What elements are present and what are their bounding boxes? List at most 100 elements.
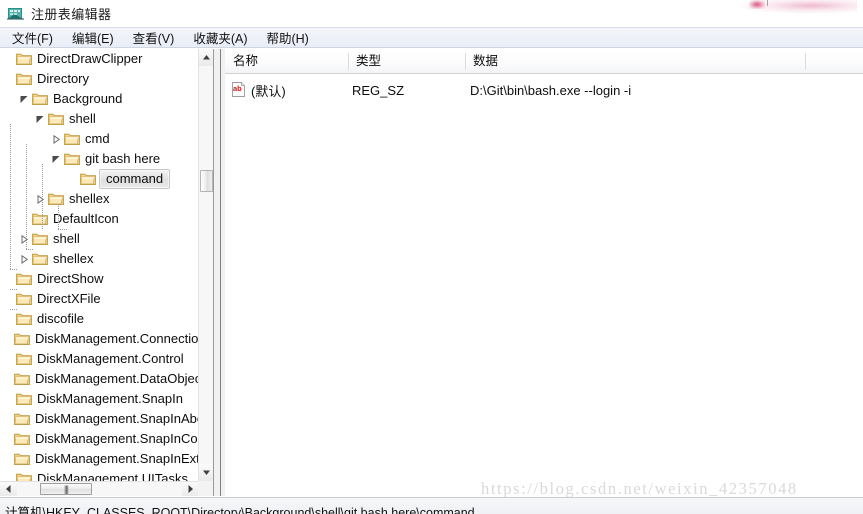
tree-item[interactable]: DirectShow [0,269,199,289]
tree-item[interactable]: Background [0,89,199,109]
tree-expand-arrow-closed-icon[interactable] [18,229,31,249]
tree-expand-spacer [0,369,13,389]
tree-item[interactable]: DiskManagement.SnapInExtension [0,449,199,469]
tree-item[interactable]: Directory [0,69,199,89]
column-divider[interactable] [348,53,349,70]
tree-item[interactable]: DefaultIcon [0,209,199,229]
tree-item[interactable]: shellex [0,249,199,269]
tree-item[interactable]: DiskManagement.SnapIn [0,389,199,409]
tree-item-label: DefaultIcon [53,211,119,226]
menu-bar: 文件(F) 编辑(E) 查看(V) 收藏夹(A) 帮助(H) [0,27,863,48]
menu-favorites[interactable]: 收藏夹(A) [189,27,256,49]
folder-icon [31,209,49,229]
menu-help[interactable]: 帮助(H) [262,27,317,49]
tree-expand-arrow-open-icon[interactable] [18,89,31,109]
scroll-left-button[interactable] [0,482,17,496]
tree-expand-arrow-closed-icon[interactable] [50,129,63,149]
tree-horizontal-scrollbar[interactable]: ||| [0,481,213,496]
tree-guide-line [26,144,27,249]
tree-item[interactable]: DiskManagement.DataObject [0,369,199,389]
tree-item[interactable]: cmd [0,129,199,149]
tree-item[interactable]: DiskManagement.SnapInAbout [0,409,199,429]
tree-expand-arrow-closed-icon[interactable] [34,189,47,209]
scroll-up-button[interactable] [199,49,213,66]
splitter-line [220,49,221,496]
registry-tree[interactable]: DirectDrawClipper Directory Background shel… [0,49,199,481]
tree-item-label: shell [69,111,96,126]
folder-icon [63,149,81,169]
folder-icon [13,329,31,349]
tree-item[interactable]: shellex [0,189,199,209]
tree-item-label: DiskManagement.SnapInComponent [35,431,199,446]
tree-guide-line [58,204,59,229]
menu-view[interactable]: 查看(V) [129,27,184,49]
scroll-right-button[interactable] [182,482,199,496]
tree-expand-spacer [66,169,79,189]
tree-expand-spacer [2,289,15,309]
value-data: D:\Git\bin\bash.exe --login -i [470,82,632,98]
tree-item[interactable]: discofile [0,309,199,329]
column-divider[interactable] [465,53,466,70]
folder-icon [79,169,97,189]
column-name[interactable]: 名称 [225,50,348,73]
tree-item[interactable]: DirectXFile [0,289,199,309]
menu-file[interactable]: 文件(F) [8,27,62,49]
tree-expand-spacer [2,469,15,481]
tree-item-label: discofile [37,311,84,326]
tree-horizontal-scroll-thumb[interactable]: ||| [40,483,92,495]
scroll-down-button[interactable] [199,464,213,481]
tree-expand-spacer [2,349,15,369]
tree-expand-spacer [2,69,15,89]
tree-item[interactable]: git bash here [0,149,199,169]
window-title: 注册表编辑器 [31,7,112,22]
panel-splitter[interactable] [214,49,225,496]
tree-item-label: shell [53,231,80,246]
tree-item-label: DirectShow [37,271,104,286]
value-type: REG_SZ [352,82,405,98]
tree-item-label: git bash here [85,151,161,166]
registry-editor-window: 注册表编辑器 文件(F) 编辑(E) 查看(V) 收藏夹(A) 帮助(H) Direct… [0,0,863,514]
folder-icon [15,289,33,309]
column-divider[interactable] [805,53,806,70]
tree-item-label: DirectXFile [37,291,101,306]
tree-item-label: Directory [37,71,90,86]
tree-expand-arrow-closed-icon[interactable] [18,249,31,269]
tree-item[interactable]: shell [0,229,199,249]
scroll-thumb-grip: ||| [63,484,69,494]
folder-icon [13,409,31,429]
tree-item[interactable]: DiskManagement.UITasks [0,469,199,481]
registry-values-panel: 名称 类型 数据 ab (默认) REG_SZ D:\Git\bin\bash.exe -… [225,49,863,496]
column-type[interactable]: 类型 [348,50,465,73]
menu-edit[interactable]: 编辑(E) [68,27,123,49]
top-right-artifact-line [767,0,768,6]
tree-vertical-scrollbar[interactable] [198,49,213,481]
column-data[interactable]: 数据 [465,50,805,73]
folder-icon [47,189,65,209]
tree-expand-spacer [0,409,13,429]
tree-vertical-scroll-thumb[interactable] [200,170,213,192]
tree-expand-spacer [2,269,15,289]
folder-icon [13,449,31,469]
tree-item[interactable]: DiskManagement.SnapInComponent [0,429,199,449]
tree-item[interactable]: DiskManagement.Connection [0,329,199,349]
value-row[interactable]: ab (默认) REG_SZ D:\Git\bin\bash.exe --login … [225,80,863,100]
tree-item-label: DiskManagement.SnapInAbout [35,411,199,426]
tree-item-label: DiskManagement.Connection [35,331,199,346]
string-value-icon: ab [231,82,246,97]
tree-expand-spacer [2,389,15,409]
values-column-header[interactable]: 名称 类型 数据 [225,50,863,74]
tree-expand-spacer [18,209,31,229]
tree-expand-arrow-open-icon[interactable] [50,149,63,169]
tree-item-label: DiskManagement.UITasks [37,471,188,481]
tree-item[interactable]: DiskManagement.Control [0,349,199,369]
tree-item[interactable]: DirectDrawClipper [0,49,199,69]
tree-guide-dash [58,229,68,230]
tree-item[interactable]: shell [0,109,199,129]
folder-icon [15,69,33,89]
tree-item[interactable]: command [0,169,199,189]
tree-item-label: DirectDrawClipper [37,51,143,66]
tree-guide-line [10,124,11,269]
tree-expand-arrow-open-icon[interactable] [34,109,47,129]
folder-icon [15,349,33,369]
folder-icon [63,129,81,149]
